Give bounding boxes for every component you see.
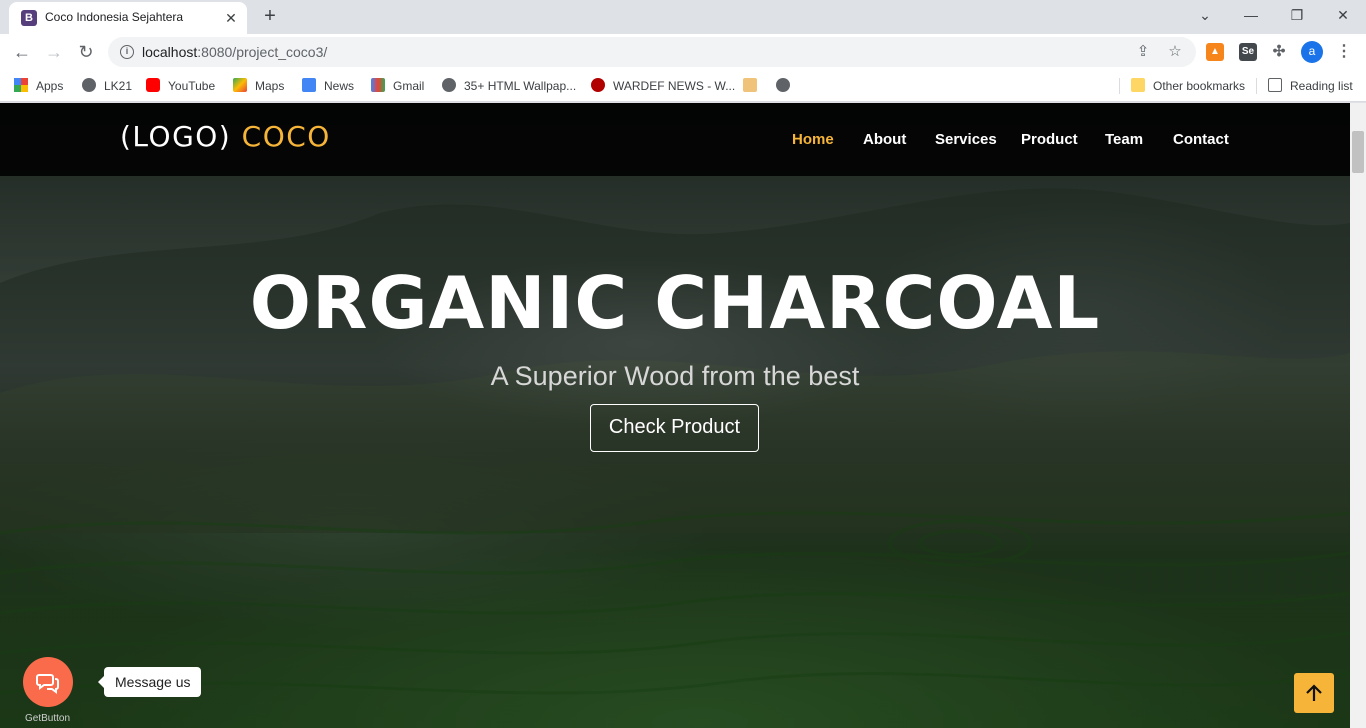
mountain-background — [0, 188, 1350, 533]
bootstrap-favicon-icon: B — [21, 10, 37, 26]
bookmark-image-icon[interactable] — [743, 77, 765, 95]
hero-subtitle: A Superior Wood from the best — [490, 361, 860, 391]
bookmark-label: LK21 — [104, 79, 133, 93]
metamask-extension-icon[interactable]: ▲ — [1206, 43, 1224, 61]
bookmarks-divider — [1256, 78, 1257, 94]
bookmark-image-icon — [743, 78, 757, 92]
tab-strip: B Coco Indonesia Sejahtera ✕ + ⌄ — ❐ ✕ — [0, 0, 1366, 34]
new-tab-icon[interactable]: + — [259, 6, 281, 28]
page-viewport: (LOGO) COCO Home About Services Product … — [0, 103, 1366, 728]
share-icon[interactable]: ⇪ — [1134, 43, 1152, 61]
chat-bubbles-icon — [36, 674, 59, 694]
other-bookmarks[interactable]: Other bookmarks — [1131, 77, 1245, 95]
bookmark-label: Gmail — [393, 79, 425, 93]
bookmark-label: WARDEF NEWS - W... — [613, 79, 736, 93]
bookmark-maps[interactable]: Maps — [233, 77, 284, 95]
url-host: localhost — [142, 44, 198, 60]
chat-button[interactable] — [23, 657, 73, 707]
bookmark-label: 35+ HTML Wallpap... — [464, 79, 577, 93]
bookmark-star-icon[interactable]: ☆ — [1166, 43, 1184, 61]
site-info-icon[interactable]: i — [120, 45, 134, 59]
bookmark-gmail[interactable]: Gmail — [371, 77, 424, 95]
tab-close-icon[interactable]: ✕ — [223, 10, 239, 26]
selenium-extension-icon[interactable]: Se — [1239, 43, 1257, 61]
browser-tab[interactable]: B Coco Indonesia Sejahtera ✕ — [9, 2, 247, 34]
chrome-menu-icon[interactable]: ⋮ — [1334, 42, 1354, 62]
address-bar[interactable]: i localhost:8080/project_coco3/ ⇪ ☆ — [108, 37, 1196, 67]
nav-services[interactable]: Services — [935, 131, 997, 148]
hero-title: ORGANIC CHARCOAL — [249, 261, 1101, 345]
restore-icon[interactable]: ❐ — [1282, 4, 1312, 26]
site-header: (LOGO) COCO Home About Services Product … — [0, 103, 1350, 176]
wardef-icon — [591, 78, 605, 92]
minimize-icon[interactable]: — — [1236, 4, 1266, 26]
globe-icon — [442, 78, 456, 92]
bookmark-label: Maps — [255, 79, 285, 93]
other-bookmarks-label: Other bookmarks — [1153, 79, 1246, 93]
bookmark-youtube[interactable]: YouTube — [146, 77, 215, 95]
back-icon[interactable]: ← — [10, 40, 34, 64]
bookmark-wallpapers[interactable]: 35+ HTML Wallpap... — [442, 77, 576, 95]
extensions-puzzle-icon[interactable]: ✣ — [1270, 43, 1288, 61]
tab-search-chevron-icon[interactable]: ⌄ — [1190, 4, 1220, 26]
bookmark-label: Apps — [36, 79, 64, 93]
bookmark-globe[interactable] — [776, 77, 798, 95]
bookmark-label: News — [324, 79, 355, 93]
maps-icon — [233, 78, 247, 92]
bookmark-wardef[interactable]: WARDEF NEWS - W... — [591, 77, 735, 95]
browser-toolbar: ← → ↻ i localhost:8080/project_coco3/ ⇪ … — [0, 34, 1366, 70]
scrollbar-thumb[interactable] — [1352, 131, 1364, 173]
youtube-icon — [146, 78, 160, 92]
hero-section: (LOGO) COCO Home About Services Product … — [0, 103, 1350, 728]
apps-grid-icon — [14, 78, 28, 92]
url-text[interactable]: localhost:8080/project_coco3/ — [142, 44, 327, 60]
reading-list-icon — [1268, 78, 1282, 92]
nav-team[interactable]: Team — [1105, 131, 1143, 148]
bookmark-news[interactable]: News — [302, 77, 354, 95]
chat-brand-label: GetButton — [25, 713, 71, 724]
logo-text: (LOGO) — [120, 120, 232, 153]
nav-contact[interactable]: Contact — [1173, 131, 1229, 148]
forward-icon[interactable]: → — [42, 40, 66, 64]
globe-icon — [776, 78, 790, 92]
gmail-icon — [371, 78, 385, 92]
check-product-button[interactable]: Check Product — [590, 404, 759, 452]
arrow-up-icon — [1306, 684, 1322, 701]
logo-accent: COCO — [241, 120, 331, 153]
bookmarks-divider — [1119, 78, 1120, 94]
close-window-icon[interactable]: ✕ — [1328, 4, 1358, 26]
tea-terraces — [0, 511, 1350, 695]
url-path: :8080/project_coco3/ — [197, 44, 328, 60]
news-icon — [302, 78, 316, 92]
reading-list-label: Reading list — [1290, 79, 1353, 93]
nav-product[interactable]: Product — [1021, 131, 1078, 148]
bookmarks-bar: Apps LK21 YouTube Maps News Gmail 35+ HT… — [0, 70, 1366, 102]
profile-avatar[interactable]: a — [1301, 41, 1323, 63]
tab-title: Coco Indonesia Sejahtera — [45, 10, 184, 24]
chat-tooltip[interactable]: Message us — [97, 667, 202, 697]
page-scrollbar[interactable] — [1350, 103, 1366, 728]
bookmark-lk21[interactable]: LK21 — [82, 77, 132, 95]
folder-icon — [1131, 78, 1145, 92]
nav-about[interactable]: About — [863, 131, 906, 148]
back-to-top-button[interactable] — [1294, 673, 1334, 713]
site-logo[interactable]: (LOGO) COCO — [120, 120, 331, 153]
globe-icon — [82, 78, 96, 92]
reading-list[interactable]: Reading list — [1268, 77, 1353, 95]
bookmark-apps[interactable]: Apps — [14, 77, 63, 95]
nav-home[interactable]: Home — [792, 131, 834, 148]
reload-icon[interactable]: ↻ — [74, 40, 98, 64]
bookmark-label: YouTube — [168, 79, 216, 93]
